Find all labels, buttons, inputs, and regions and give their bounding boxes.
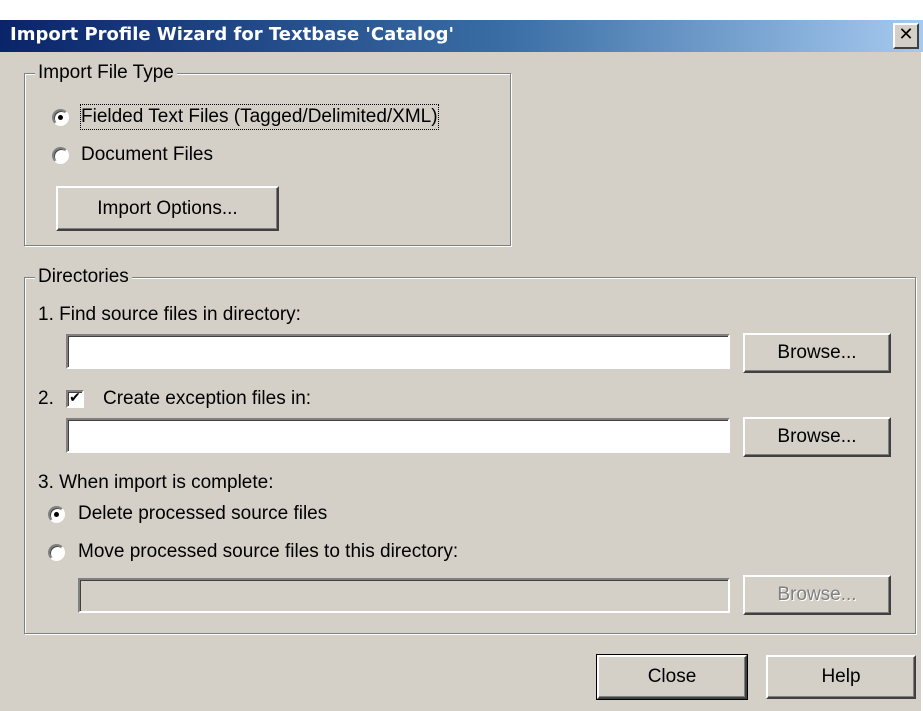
radio-dot	[54, 512, 59, 517]
help-button[interactable]: Help	[766, 655, 916, 699]
directories-legend: Directories	[35, 266, 132, 288]
step2-number: 2.	[38, 388, 54, 409]
browse-exception-button[interactable]: Browse...	[743, 417, 891, 457]
window-top-strip	[0, 0, 923, 20]
radio-dot	[58, 115, 63, 120]
document-files-label[interactable]: Document Files	[81, 143, 213, 167]
import-file-type-legend: Import File Type	[35, 62, 177, 84]
fielded-text-label[interactable]: Fielded Text Files (Tagged/Delimited/XML…	[80, 104, 439, 130]
source-directory-input[interactable]	[66, 334, 730, 369]
window-title: Import Profile Wizard for Textbase 'Cata…	[10, 24, 454, 45]
document-files-radio[interactable]	[52, 147, 69, 164]
create-exception-checkbox[interactable]: ✔	[66, 390, 84, 408]
move-directory-input[interactable]	[78, 578, 730, 613]
close-icon[interactable]: ✕	[893, 23, 919, 49]
move-files-radio[interactable]	[48, 544, 65, 561]
close-button[interactable]: Close	[596, 654, 748, 700]
fielded-text-radio[interactable]	[52, 109, 69, 126]
find-source-label: 1. Find source files in directory:	[38, 304, 301, 325]
browse-move-button[interactable]: Browse...	[743, 575, 891, 615]
move-files-label[interactable]: Move processed source files to this dire…	[78, 540, 458, 564]
create-exception-label[interactable]: Create exception files in:	[103, 387, 311, 411]
checkmark-icon: ✔	[69, 390, 81, 406]
import-complete-label: 3. When import is complete:	[38, 472, 274, 493]
delete-files-radio[interactable]	[48, 506, 65, 523]
exception-directory-input[interactable]	[66, 418, 730, 453]
delete-files-label[interactable]: Delete processed source files	[78, 502, 327, 526]
title-bar[interactable]: Import Profile Wizard for Textbase 'Cata…	[0, 20, 923, 52]
browse-source-button[interactable]: Browse...	[743, 333, 891, 373]
import-options-button[interactable]: Import Options...	[56, 186, 279, 231]
